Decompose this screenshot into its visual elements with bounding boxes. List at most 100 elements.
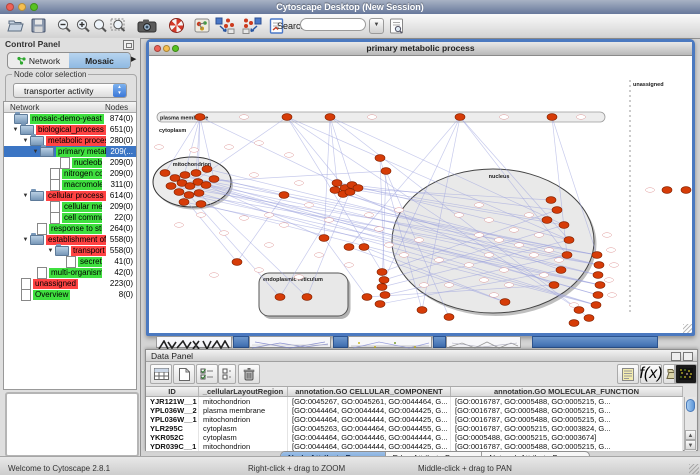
- save-icon[interactable]: [28, 16, 48, 35]
- open-file-icon[interactable]: [5, 16, 26, 35]
- expander-icon[interactable]: ▼: [46, 248, 55, 254]
- data-table-header[interactable]: ID_cellularLayoutRegionannotation.GO CEL…: [146, 386, 683, 397]
- table-row[interactable]: YPL036W__2plasma membrane[GO:0044464, GO…: [146, 406, 683, 415]
- tab-network[interactable]: Network: [8, 53, 69, 68]
- cell-component: [GO:0044464, GO:0044444, GO:0044425, G..…: [288, 415, 451, 424]
- network-window-titlebar[interactable]: primary metabolic process: [149, 42, 692, 56]
- tree-row[interactable]: ▼metabolic process280(0): [4, 135, 136, 146]
- table-row[interactable]: YLR295Ccytoplasm[GO:0045263, GO:0044464,…: [146, 424, 683, 433]
- tree-row[interactable]: ▼transport558(0): [4, 245, 136, 256]
- delete-attribute-icon[interactable]: [238, 364, 260, 384]
- table-row[interactable]: YPL036W__1mitochondrion[GO:0044464, GO:0…: [146, 415, 683, 424]
- search-input[interactable]: [300, 18, 366, 31]
- column-header[interactable]: annotation.GO CELLULAR_COMPONENT: [288, 387, 451, 396]
- cell-region: cytoplasm: [199, 424, 288, 433]
- node-color-dropdown[interactable]: transporter activity ▲▼: [13, 83, 127, 98]
- column-header[interactable]: _cellularLayoutRegion: [199, 387, 288, 396]
- resize-grip-icon[interactable]: [683, 324, 692, 333]
- tab-mosaic[interactable]: Mosaic: [69, 53, 130, 68]
- tree-header: Network Nodes: [4, 102, 136, 113]
- tree-row-count: 223(0): [110, 279, 133, 288]
- app-title: Cytoscape Desktop (New Session): [0, 0, 700, 14]
- group-label: Node color selection: [12, 70, 88, 79]
- zoom-fit-icon[interactable]: [108, 16, 130, 35]
- tree-row[interactable]: nitrogen compou209(0): [4, 168, 136, 179]
- expander-icon[interactable]: ▼: [11, 127, 20, 133]
- table-row[interactable]: YJR121W__1mitochondrion[GO:0045267, GO:0…: [146, 397, 683, 406]
- tree-row[interactable]: ▼primary metabol209(...: [4, 146, 136, 157]
- scroll-down-icon[interactable]: ▼: [685, 440, 696, 450]
- tree-row-count: 8(0): [119, 290, 133, 299]
- function-builder-icon[interactable]: f(x): [640, 364, 662, 384]
- app-titlebar: Cytoscape Desktop (New Session): [0, 0, 700, 15]
- float-panel-icon[interactable]: [123, 40, 134, 50]
- help-lifesaver-icon[interactable]: [165, 16, 187, 35]
- control-panel-title: Control Panel: [0, 38, 140, 50]
- cell-function: [GO:0016787, GO:0005215, GO:0003824, G..…: [451, 424, 683, 433]
- search-options-icon[interactable]: [386, 16, 406, 35]
- tree-row[interactable]: response to stimulu264(0): [4, 223, 136, 234]
- close-icon[interactable]: [154, 45, 161, 52]
- data-panel-toolbar: f(x): [146, 362, 697, 385]
- status-welcome: Welcome to Cytoscape 2.8.1: [8, 464, 110, 473]
- tree-col-network: Network: [10, 103, 39, 112]
- minimize-icon[interactable]: [163, 45, 170, 52]
- expander-icon[interactable]: ▼: [21, 237, 30, 243]
- scroll-up-icon[interactable]: ▲: [685, 430, 696, 440]
- control-panel-tabs: Network Mosaic: [7, 52, 131, 69]
- tree-row[interactable]: unassigned223(0): [4, 278, 136, 289]
- tree-row[interactable]: ▼establishment of lo558(0): [4, 234, 136, 245]
- control-panel: Control Panel Network Mosaic ▶ Node colo…: [0, 38, 141, 456]
- attribute-matrix-icon[interactable]: [675, 364, 697, 384]
- close-icon[interactable]: [6, 3, 14, 11]
- table-row[interactable]: YDR039C__1mitochondrion[GO:0044464, GO:0…: [146, 442, 683, 451]
- column-header[interactable]: ID: [146, 387, 199, 396]
- cell-component: [GO:0045267, GO:0045261, GO:0044464, G..…: [288, 397, 451, 406]
- tree-row[interactable]: ▼biological_process651(0): [4, 124, 136, 135]
- expander-icon[interactable]: ▼: [21, 193, 30, 199]
- tab-overflow-arrow-icon[interactable]: ▶: [131, 55, 136, 63]
- column-header[interactable]: annotation.GO MOLECULAR_FUNCTION: [451, 387, 683, 396]
- notepad-icon[interactable]: [617, 364, 639, 384]
- cell-id: YDR039C__1: [146, 442, 199, 451]
- tree-row[interactable]: nucleobase-c209(0): [4, 157, 136, 168]
- create-attribute-icon[interactable]: [173, 364, 195, 384]
- zoom-window-icon[interactable]: [30, 3, 38, 11]
- folder-icon: [55, 246, 69, 256]
- apply-layout-2-icon[interactable]: [240, 16, 264, 35]
- search-dropdown-icon[interactable]: ▼: [369, 18, 384, 34]
- tree-row[interactable]: cell communicat22(0): [4, 212, 136, 223]
- expander-icon[interactable]: ▼: [21, 138, 30, 144]
- tree-row-label: metabolic process: [46, 136, 106, 146]
- network-canvas[interactable]: plasma membranecytoplasmmitochondrionnuc…: [149, 55, 692, 333]
- float-panel-icon[interactable]: [671, 352, 681, 361]
- resize-grip-icon[interactable]: [689, 464, 699, 474]
- expander-icon[interactable]: ▼: [31, 149, 40, 155]
- folder-icon: [30, 235, 44, 245]
- scrollbar-thumb[interactable]: [686, 399, 695, 412]
- tree-row[interactable]: multi-organism pro42(0): [4, 267, 136, 278]
- table-row[interactable]: YKR052Ccytoplasm[GO:0044464, GO:0044446,…: [146, 433, 683, 442]
- table-scrollbar[interactable]: ▲ ▼: [684, 397, 696, 451]
- tree-row[interactable]: Overview8(0): [4, 289, 136, 300]
- background-window-titlebar: [233, 336, 249, 348]
- tree-row[interactable]: ▼cellular process614(0): [4, 190, 136, 201]
- tree-row[interactable]: macromolecule311(0): [4, 179, 136, 190]
- cell-function: [GO:0005488, GO:0005215, GO:0003674]: [451, 433, 683, 442]
- minimize-icon[interactable]: [18, 3, 26, 11]
- tree-row-label: transport: [71, 246, 106, 256]
- select-attributes-icon[interactable]: [196, 364, 218, 384]
- zoom-window-icon[interactable]: [172, 45, 179, 52]
- apply-layout-1-icon[interactable]: [213, 16, 237, 35]
- folder-icon: [40, 147, 54, 157]
- snapshot-camera-icon[interactable]: [135, 16, 159, 35]
- tree-row[interactable]: secretion41(0): [4, 256, 136, 267]
- birds-eye-view-panel[interactable]: [5, 392, 139, 457]
- close-panel-icon[interactable]: [683, 352, 693, 361]
- attribute-table-icon[interactable]: [150, 364, 172, 384]
- cell-id: YJR121W__1: [146, 397, 199, 406]
- zoom-out-icon[interactable]: [54, 16, 74, 35]
- tree-row[interactable]: cellular metabol209(0): [4, 201, 136, 212]
- vizmapper-icon[interactable]: [192, 16, 212, 35]
- unselect-attributes-icon[interactable]: [218, 364, 236, 384]
